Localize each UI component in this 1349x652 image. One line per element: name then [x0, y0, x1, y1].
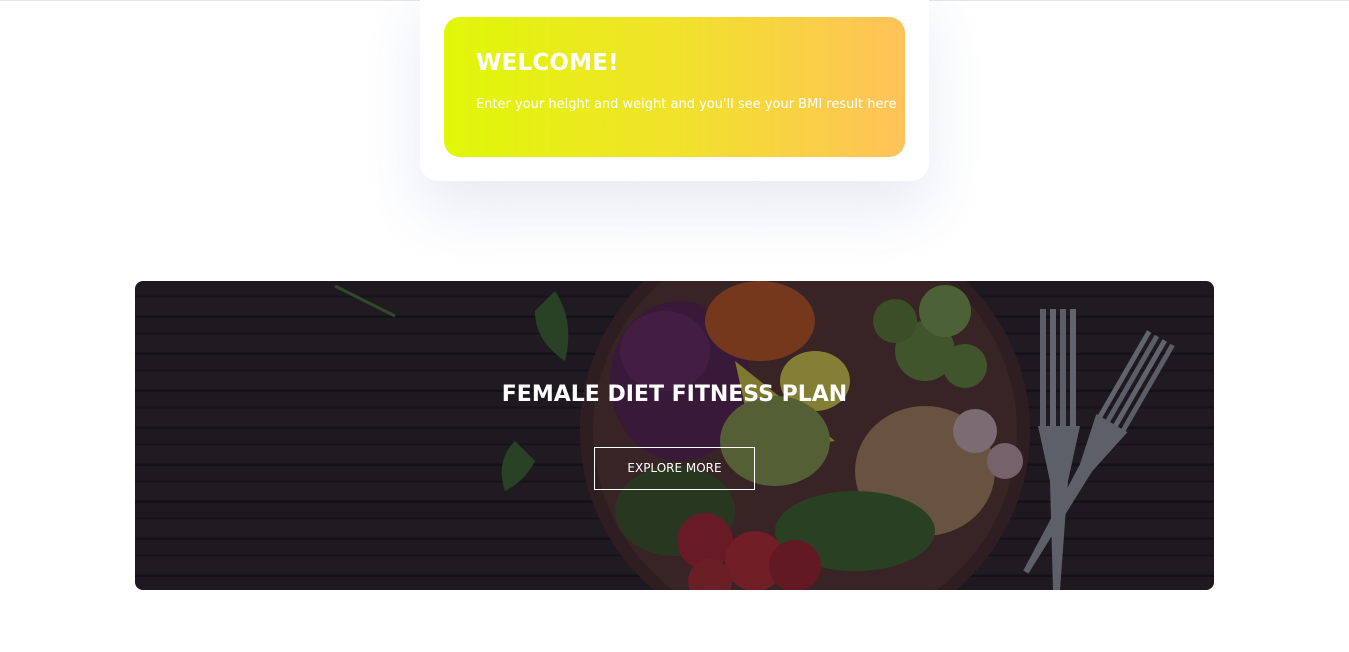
page: WELCOME! Enter your height and weight an…	[0, 0, 1349, 652]
bmi-result-title: WELCOME!	[476, 50, 619, 76]
bmi-result-message: Enter your height and weight and you'll …	[476, 97, 897, 112]
banner-dark-overlay	[135, 281, 1214, 590]
diet-plan-banner: FEMALE DIET FITNESS PLAN EXPLORE MORE	[135, 281, 1214, 590]
diet-plan-title: FEMALE DIET FITNESS PLAN	[501, 382, 848, 407]
explore-more-button[interactable]: EXPLORE MORE	[594, 447, 755, 490]
bmi-result-panel: WELCOME! Enter your height and weight an…	[444, 17, 905, 157]
